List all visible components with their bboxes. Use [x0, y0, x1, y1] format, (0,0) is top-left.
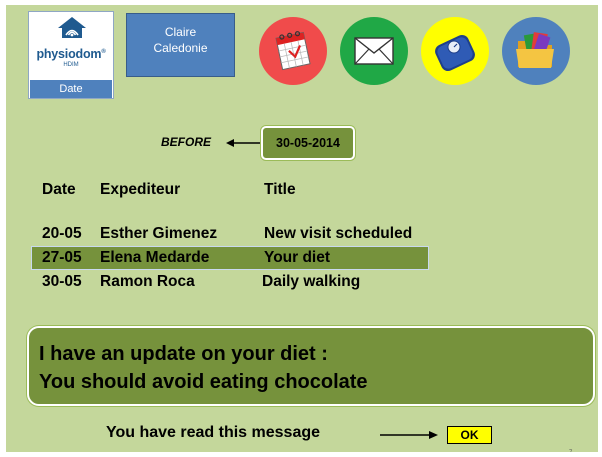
logo-text: physiodom®	[36, 47, 106, 61]
message-line: I have an update on your diet :	[39, 343, 328, 365]
message-title: Daily walking	[262, 273, 361, 290]
page-number: 7	[569, 450, 572, 452]
right-arrow-icon	[380, 431, 438, 439]
logo-house-icon	[58, 17, 86, 38]
user-name-box: Claire Caledonie	[126, 13, 235, 77]
message-body: I have an update on your diet : You shou…	[27, 326, 595, 406]
message-line: You should avoid eating chocolate	[39, 371, 368, 393]
folder-icon	[516, 32, 554, 68]
message-row-selected[interactable]: 27-05 Elena Medarde Your diet	[32, 247, 428, 269]
ok-button[interactable]: OK	[447, 426, 492, 444]
column-header-sender: Expediteur	[100, 181, 181, 198]
calendar-icon	[275, 31, 311, 71]
message-title: Your diet	[264, 249, 331, 266]
documents-button[interactable]	[502, 17, 570, 85]
user-last-name: Caledonie	[153, 41, 208, 55]
message-date: 27-05	[42, 249, 82, 266]
message-date: 30-05	[42, 273, 82, 290]
date-button[interactable]: Date	[30, 80, 112, 98]
message-sender: Ramon Roca	[100, 273, 195, 290]
message-sender: Elena Medarde	[100, 249, 210, 266]
scale-icon	[435, 35, 475, 71]
message-row[interactable]: 20-05 Esther Gimenez New visit scheduled	[32, 223, 428, 245]
message-row[interactable]: 30-05 Ramon Roca Daily walking	[32, 271, 428, 293]
message-date: 20-05	[42, 225, 82, 242]
message-sender: Esther Gimenez	[100, 225, 218, 242]
physiodom-logo: physiodom® HDIM Date	[28, 11, 114, 99]
weight-button[interactable]	[421, 17, 489, 85]
mail-icon	[354, 37, 394, 65]
column-header-date: Date	[42, 181, 76, 198]
agenda-button[interactable]	[259, 17, 327, 85]
message-title: New visit scheduled	[264, 225, 413, 242]
messages-button[interactable]	[340, 17, 408, 85]
column-header-title: Title	[264, 181, 296, 198]
read-confirmation-label: You have read this message	[106, 424, 321, 441]
left-arrow-icon	[226, 139, 266, 147]
logo-subtitle: HDIM	[63, 62, 79, 68]
app-screen: physiodom® HDIM Date Claire Caledonie BE…	[6, 5, 598, 452]
user-first-name: Claire	[164, 25, 197, 39]
before-date-button[interactable]: 30-05-2014	[261, 126, 355, 160]
before-label: BEFORE	[161, 135, 212, 149]
